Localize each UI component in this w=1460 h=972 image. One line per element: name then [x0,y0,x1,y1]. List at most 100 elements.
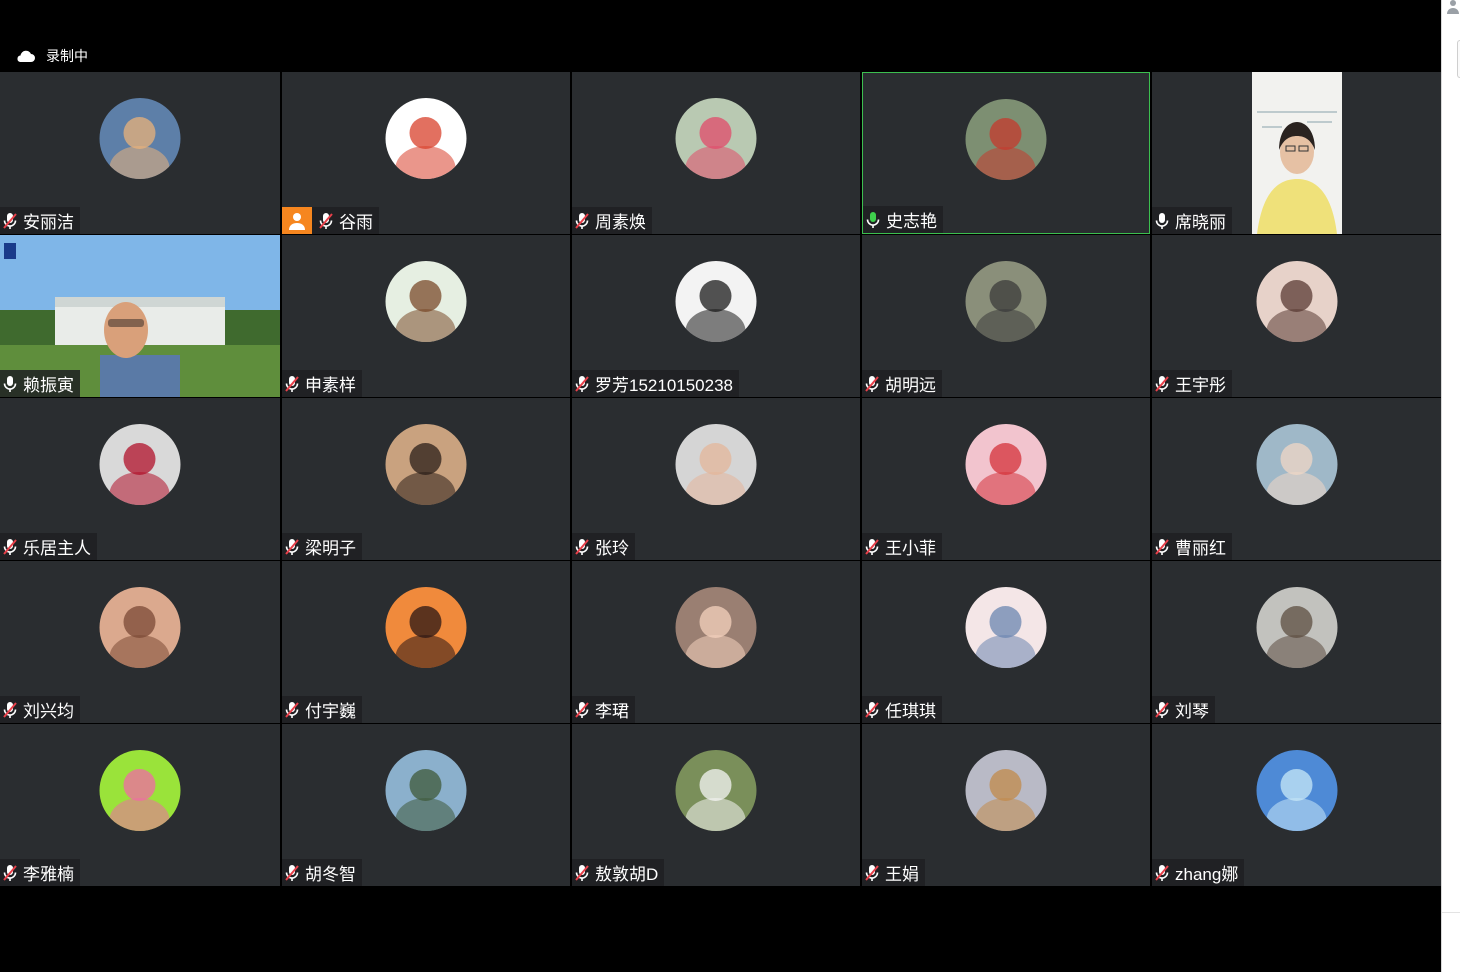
avatar [385,98,467,179]
participant-name: zhang娜 [1175,865,1239,884]
bottom-bar [0,887,1441,972]
mic-muted-icon [0,536,21,558]
participant-tile[interactable]: 刘兴均 [0,561,280,723]
participant-tile[interactable]: 任琪琪 [862,561,1150,723]
user-icon[interactable] [1447,0,1459,14]
participant-tile[interactable]: 王宇彤 [1152,235,1441,397]
participant-name: 谷雨 [339,213,373,232]
mic-muted-icon [862,373,883,395]
participant-tile[interactable]: 李珺 [572,561,860,723]
participant-tile[interactable]: 安丽洁 [0,72,280,234]
participant-tile[interactable]: 曹丽红 [1152,398,1441,560]
avatar [675,261,757,342]
participant-name: 张玲 [595,539,629,558]
participant-tile[interactable]: 罗芳15210150238 [572,235,860,397]
mic-muted-icon [1152,373,1173,395]
participant-name: 王宇彤 [1175,376,1226,395]
host-icon [282,207,312,234]
participant-tile[interactable]: 张玲 [572,398,860,560]
participant-name-bar: 王宇彤 [1152,370,1232,397]
participant-tile[interactable]: 赖振寅 [0,235,280,397]
mic-muted-icon [572,862,593,884]
avatar [675,424,757,505]
participant-name-bar: 刘兴均 [0,696,80,723]
participant-name-bar: 乐居主人 [0,533,97,560]
avatar [675,750,757,831]
participant-name-bar: 王小菲 [862,533,942,560]
participant-name-bar: 赖振寅 [0,370,80,397]
mic-muted-icon [862,862,883,884]
avatar [385,261,467,342]
avatar [99,587,181,668]
participant-tile[interactable]: 乐居主人 [0,398,280,560]
participant-tile[interactable]: 席晓丽 [1152,72,1441,234]
participant-tile[interactable]: 付宇巍 [282,561,570,723]
participant-name-bar: 任琪琪 [862,696,942,723]
mic-icon [863,209,884,231]
participant-tile[interactable]: 敖敦胡D [572,724,860,886]
participant-name: 刘琴 [1175,702,1209,721]
participant-name: 刘兴均 [23,702,74,721]
participant-name-bar: 刘琴 [1152,696,1215,723]
avatar [99,750,181,831]
recording-indicator: 录制中 [14,46,88,66]
participant-name: 王小菲 [885,539,936,558]
mic-muted-icon [282,536,303,558]
participant-tile[interactable]: 谷雨 [282,72,570,234]
participant-name-bar: 张玲 [572,533,635,560]
mic-muted-icon [282,862,303,884]
participant-name-bar: 李珺 [572,696,635,723]
participant-name: 付宇巍 [305,702,356,721]
avatar [965,750,1047,831]
avatar [385,424,467,505]
participant-name-bar: 敖敦胡D [572,859,665,886]
participant-name: 乐居主人 [23,539,91,558]
participant-tile[interactable]: 李雅楠 [0,724,280,886]
side-panel-edge[interactable] [1441,0,1460,972]
avatar [385,750,467,831]
participant-name-bar: 安丽洁 [0,207,80,234]
participant-tile[interactable]: 胡冬智 [282,724,570,886]
mic-muted-icon [0,699,21,721]
participant-name: 胡明远 [885,376,936,395]
avatar [99,98,181,179]
participant-name: 史志艳 [886,212,937,231]
avatar [965,261,1047,342]
participant-tile[interactable]: 王娟 [862,724,1150,886]
cloud-icon [17,50,35,62]
participant-name: 安丽洁 [23,213,74,232]
participant-name-bar: 曹丽红 [1152,533,1232,560]
mic-muted-icon [1152,536,1173,558]
participant-name: 席晓丽 [1175,213,1226,232]
mic-muted-icon [0,210,21,232]
mic-muted-icon [572,210,593,232]
participant-name: 敖敦胡D [595,865,659,884]
mic-muted-icon [1152,862,1173,884]
participant-name-bar: 史志艳 [863,206,943,233]
mic-muted-icon [862,536,883,558]
avatar [675,98,757,179]
avatar [1256,587,1337,668]
participant-tile[interactable]: 周素焕 [572,72,860,234]
participant-tile[interactable]: 刘琴 [1152,561,1441,723]
participant-name-bar: 李雅楠 [0,859,80,886]
participant-name-bar: 胡明远 [862,370,942,397]
participant-name: 罗芳15210150238 [595,376,734,395]
participant-tile[interactable]: 申素样 [282,235,570,397]
mic-muted-icon [572,373,593,395]
participant-tile[interactable]: 王小菲 [862,398,1150,560]
participant-name: 胡冬智 [305,865,356,884]
avatar [675,587,757,668]
participant-name: 李珺 [595,702,629,721]
participant-tile[interactable]: 梁明子 [282,398,570,560]
participant-tile[interactable]: 史志艳 [862,72,1150,234]
participant-name-bar: 付宇巍 [282,696,362,723]
participant-name-bar: 席晓丽 [1152,207,1232,234]
video-feed [1252,72,1342,234]
participant-tile[interactable]: 胡明远 [862,235,1150,397]
mic-muted-icon [572,536,593,558]
participant-tile[interactable]: zhang娜 [1152,724,1441,886]
recording-label: 录制中 [46,48,88,64]
participant-name: 梁明子 [305,539,356,558]
mic-muted-icon [572,699,593,721]
